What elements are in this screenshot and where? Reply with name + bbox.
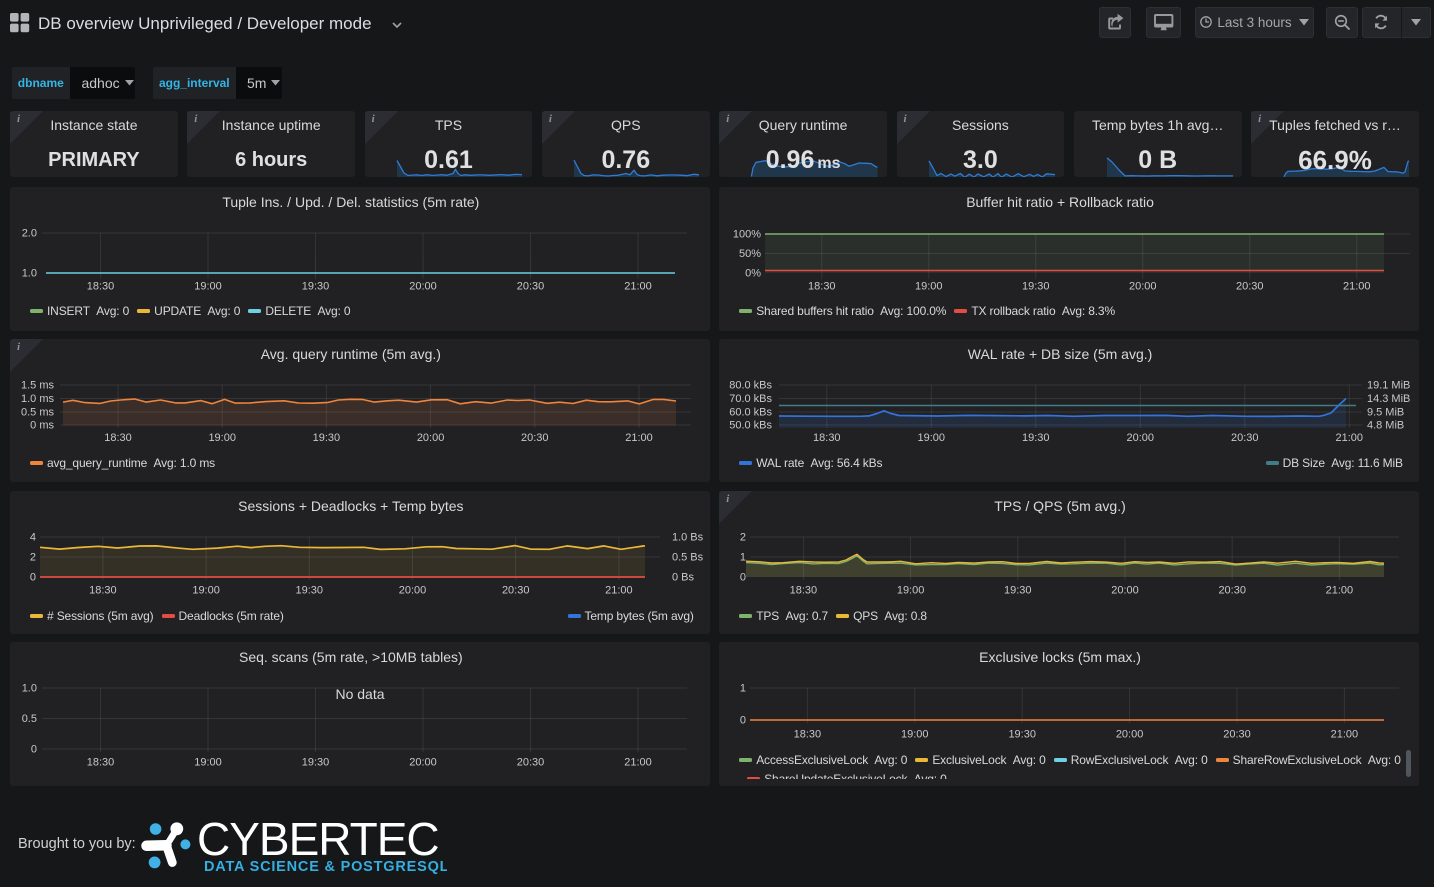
svg-text:20:00: 20:00 bbox=[1127, 432, 1155, 444]
svg-text:18:30: 18:30 bbox=[87, 280, 115, 292]
svg-text:21:00: 21:00 bbox=[1331, 729, 1359, 741]
svg-text:19:00: 19:00 bbox=[208, 432, 236, 444]
svg-text:1.0: 1.0 bbox=[22, 267, 37, 279]
svg-text:20:30: 20:30 bbox=[1223, 729, 1251, 741]
svg-text:21:00: 21:00 bbox=[1343, 280, 1371, 292]
svg-text:18:30: 18:30 bbox=[813, 432, 841, 444]
svg-text:20:00: 20:00 bbox=[1111, 584, 1139, 596]
svg-text:20:00: 20:00 bbox=[409, 280, 437, 292]
svg-text:1.0: 1.0 bbox=[22, 683, 37, 695]
svg-text:20:30: 20:30 bbox=[1236, 280, 1263, 292]
svg-text:19:00: 19:00 bbox=[194, 757, 222, 769]
svg-text:21:00: 21:00 bbox=[605, 584, 633, 596]
svg-text:19.1 MiB: 19.1 MiB bbox=[1367, 379, 1410, 391]
svg-text:0: 0 bbox=[740, 715, 746, 727]
svg-text:1: 1 bbox=[740, 551, 746, 563]
svg-text:50%: 50% bbox=[739, 248, 761, 260]
svg-text:20:00: 20:00 bbox=[417, 432, 444, 444]
svg-text:1.0 Bs: 1.0 Bs bbox=[672, 531, 704, 543]
svg-text:0.5 ms: 0.5 ms bbox=[21, 406, 54, 418]
svg-text:19:00: 19:00 bbox=[897, 584, 925, 596]
svg-text:4.8 MiB: 4.8 MiB bbox=[1367, 419, 1404, 431]
svg-text:21:00: 21:00 bbox=[625, 432, 653, 444]
svg-text:20:30: 20:30 bbox=[517, 280, 545, 292]
svg-text:CYBERTEC: CYBERTEC bbox=[197, 814, 439, 865]
svg-text:20:30: 20:30 bbox=[502, 584, 530, 596]
svg-text:14.3 MiB: 14.3 MiB bbox=[1367, 393, 1410, 405]
svg-text:4: 4 bbox=[30, 531, 36, 543]
svg-text:21:00: 21:00 bbox=[1326, 584, 1354, 596]
svg-text:70.0 kBs: 70.0 kBs bbox=[729, 393, 772, 405]
svg-text:DATA SCIENCE & POSTGRESQL: DATA SCIENCE & POSTGRESQL bbox=[204, 859, 447, 875]
svg-text:0 Bs: 0 Bs bbox=[672, 571, 694, 583]
svg-text:20:00: 20:00 bbox=[1129, 280, 1157, 292]
svg-text:19:00: 19:00 bbox=[918, 432, 946, 444]
svg-text:2: 2 bbox=[30, 551, 36, 563]
svg-text:100%: 100% bbox=[733, 229, 761, 241]
svg-text:18:30: 18:30 bbox=[87, 757, 115, 769]
svg-text:20:00: 20:00 bbox=[409, 757, 437, 769]
svg-text:21:00: 21:00 bbox=[624, 280, 652, 292]
svg-text:0.5: 0.5 bbox=[22, 713, 37, 725]
svg-text:19:00: 19:00 bbox=[192, 584, 220, 596]
svg-text:19:00: 19:00 bbox=[194, 280, 222, 292]
svg-text:0 ms: 0 ms bbox=[30, 419, 54, 431]
svg-text:0: 0 bbox=[31, 744, 37, 756]
svg-text:19:30: 19:30 bbox=[302, 280, 330, 292]
svg-text:2: 2 bbox=[740, 531, 746, 543]
svg-text:20:30: 20:30 bbox=[517, 757, 545, 769]
svg-text:19:30: 19:30 bbox=[302, 757, 330, 769]
svg-text:19:30: 19:30 bbox=[1022, 280, 1050, 292]
svg-text:18:30: 18:30 bbox=[104, 432, 132, 444]
svg-text:60.0 kBs: 60.0 kBs bbox=[729, 406, 772, 418]
svg-text:20:00: 20:00 bbox=[399, 584, 427, 596]
svg-text:19:30: 19:30 bbox=[1022, 432, 1050, 444]
svg-text:1.5 ms: 1.5 ms bbox=[21, 379, 54, 391]
svg-text:19:30: 19:30 bbox=[1009, 729, 1037, 741]
svg-text:18:30: 18:30 bbox=[808, 280, 836, 292]
svg-text:80.0 kBs: 80.0 kBs bbox=[729, 379, 772, 391]
svg-text:19:00: 19:00 bbox=[901, 729, 929, 741]
svg-text:18:30: 18:30 bbox=[89, 584, 117, 596]
svg-text:9.5 MiB: 9.5 MiB bbox=[1367, 406, 1404, 418]
svg-text:19:30: 19:30 bbox=[1004, 584, 1032, 596]
svg-text:1.0 ms: 1.0 ms bbox=[21, 393, 54, 405]
svg-text:19:00: 19:00 bbox=[915, 280, 943, 292]
svg-text:19:30: 19:30 bbox=[313, 432, 341, 444]
svg-text:20:30: 20:30 bbox=[1219, 584, 1247, 596]
svg-text:20:30: 20:30 bbox=[521, 432, 549, 444]
svg-text:2.0: 2.0 bbox=[22, 228, 37, 240]
svg-text:0.5 Bs: 0.5 Bs bbox=[672, 551, 704, 563]
svg-text:20:00: 20:00 bbox=[1116, 729, 1144, 741]
svg-text:19:30: 19:30 bbox=[296, 584, 324, 596]
svg-text:18:30: 18:30 bbox=[790, 584, 818, 596]
svg-text:0: 0 bbox=[740, 571, 746, 583]
svg-text:21:00: 21:00 bbox=[1336, 432, 1364, 444]
svg-text:0: 0 bbox=[30, 571, 36, 583]
svg-text:0%: 0% bbox=[745, 267, 761, 279]
svg-text:No data: No data bbox=[336, 686, 385, 702]
svg-text:18:30: 18:30 bbox=[794, 729, 822, 741]
svg-text:21:00: 21:00 bbox=[624, 757, 652, 769]
svg-text:20:30: 20:30 bbox=[1231, 432, 1259, 444]
svg-text:1: 1 bbox=[740, 683, 746, 695]
svg-text:50.0 kBs: 50.0 kBs bbox=[729, 419, 772, 431]
